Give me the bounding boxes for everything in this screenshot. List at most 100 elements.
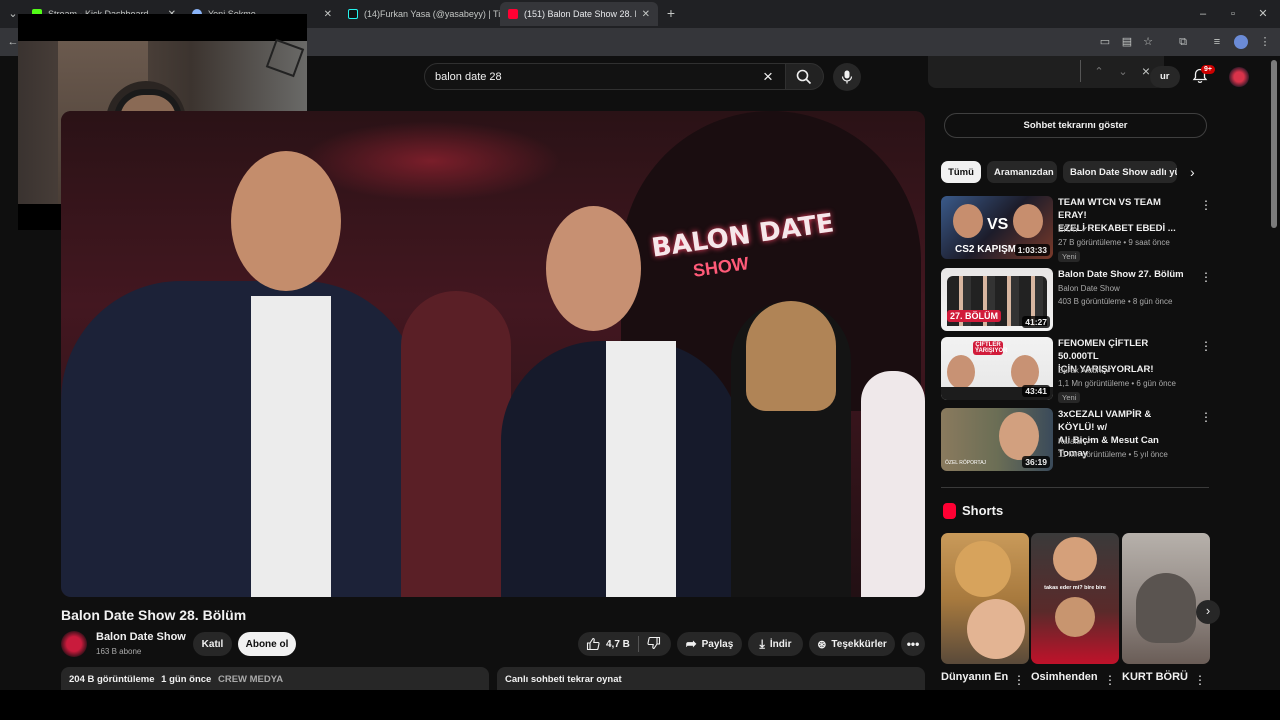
- short-thumbnail[interactable]: [1122, 533, 1210, 664]
- recommendation-item[interactable]: VS CS2 KAPIŞM 1:03:33 TEAM WTCN VS TEAM …: [941, 196, 1212, 262]
- chevron-right-icon: ›: [1205, 603, 1211, 618]
- more-vertical-icon[interactable]: ⋮: [1013, 673, 1025, 687]
- find-prev-icon[interactable]: ⌃: [1092, 65, 1106, 79]
- dislike-button[interactable]: [647, 636, 661, 653]
- description-box[interactable]: 204 B görüntüleme 1 gün önce CREW MEDYA: [61, 667, 489, 691]
- thanks-icon: ⊛: [817, 638, 827, 651]
- short-thumbnail[interactable]: takas eder mi? bire bire: [1031, 533, 1119, 664]
- taskbar-strip: [0, 690, 1280, 720]
- chip-label: Balon Date Show adlı yü: [1070, 166, 1177, 178]
- chip-from-search[interactable]: Aramanızdan: [987, 161, 1057, 183]
- video-woman-1: [401, 291, 511, 597]
- download-icon: ⤓: [759, 636, 765, 651]
- more-vertical-icon[interactable]: ⋮: [1200, 339, 1212, 353]
- channel-name[interactable]: Balon Date Show: [1058, 284, 1120, 293]
- close-window-icon[interactable]: ✕: [1256, 7, 1270, 21]
- more-actions-button[interactable]: •••: [901, 632, 925, 656]
- live-chat-replay-panel[interactable]: Canlı sohbeti tekrar oynat: [497, 667, 925, 691]
- video-title: Balon Date Show 27. Bölüm: [1058, 269, 1184, 280]
- more-vertical-icon[interactable]: ⋮: [1200, 410, 1212, 424]
- find-input[interactable]: [936, 62, 1076, 82]
- close-tab-icon[interactable]: ✕: [642, 9, 650, 20]
- close-tab-icon[interactable]: ✕: [324, 9, 332, 20]
- channel-avatar[interactable]: [61, 631, 87, 657]
- like-button[interactable]: 4,7 B: [578, 637, 630, 651]
- create-label: ur: [1160, 71, 1170, 82]
- thumbnail-face: [947, 355, 975, 389]
- download-button[interactable]: ⤓ İndir: [748, 632, 803, 656]
- tab-youtube-active[interactable]: (151) Balon Date Show 28. Bölüm ✕: [500, 2, 658, 26]
- tab-list-icon[interactable]: ≡: [1210, 35, 1224, 49]
- microphone-icon: [841, 70, 853, 84]
- like-count: 4,7 B: [606, 638, 630, 650]
- video-player[interactable]: BALON DATE SHOW: [61, 111, 925, 597]
- short-thumbnail[interactable]: [941, 533, 1029, 664]
- account-avatar[interactable]: [1229, 67, 1249, 87]
- tab-tiktok[interactable]: (14)Furkan Yasa (@yasabeyy) | TikTok |: [340, 2, 500, 26]
- extensions-icon[interactable]: ⧉: [1176, 35, 1190, 49]
- short-title[interactable]: Osimhenden: [1031, 671, 1098, 683]
- minimize-icon[interactable]: –: [1196, 7, 1210, 21]
- video-duration: 36:19: [1022, 456, 1050, 468]
- view-count: 204 B görüntüleme: [69, 674, 155, 685]
- channel-name[interactable]: ERAY ✔: [1058, 225, 1088, 234]
- video-person-left-shirt: [251, 296, 331, 597]
- thumbnail-face: [1013, 204, 1043, 238]
- show-chat-replay-button[interactable]: Sohbet tekrarını göster: [944, 113, 1207, 138]
- short-title[interactable]: Dünyanın En: [941, 671, 1008, 683]
- maximize-icon[interactable]: ▫: [1226, 7, 1240, 21]
- upload-date: 1 gün önce: [161, 674, 212, 685]
- profile-avatar-icon[interactable]: [1234, 35, 1248, 49]
- recommendation-item[interactable]: ÖZEL RÖPORTAJ 36:19 3xCEZALI VAMPİR & KÖ…: [941, 408, 1212, 472]
- chips-next-chevron-icon[interactable]: ›: [1190, 164, 1195, 180]
- show-chat-replay-label: Sohbet tekrarını göster: [1023, 120, 1128, 131]
- search-input[interactable]: balon date 28 ×: [424, 63, 786, 90]
- tab-label: (14)Furkan Yasa (@yasabeyy) | TikTok: [364, 9, 500, 19]
- bookmark-star-icon[interactable]: ☆: [1141, 35, 1155, 49]
- page-scrollbar[interactable]: [1271, 60, 1277, 228]
- short-face: [1055, 597, 1095, 637]
- video-thumbnail: VS CS2 KAPIŞM 1:03:33: [941, 196, 1053, 259]
- thumbnail-vs: VS: [987, 216, 1009, 233]
- channel-name[interactable]: Balon Date Show: [96, 631, 186, 643]
- channel-name[interactable]: Kafalar ✔: [1058, 437, 1092, 446]
- find-next-icon[interactable]: ⌄: [1116, 65, 1130, 79]
- like-dislike-group: 4,7 B: [578, 632, 671, 656]
- more-vertical-icon[interactable]: ⋮: [1200, 198, 1212, 212]
- description-tag[interactable]: CREW MEDYA: [218, 674, 283, 685]
- notifications-button[interactable]: 9+: [1192, 65, 1215, 86]
- chip-all[interactable]: Tümü: [941, 161, 981, 183]
- more-vertical-icon[interactable]: ⋮: [1200, 270, 1212, 284]
- video-person-center-head: [546, 206, 641, 331]
- verified-icon: ✔: [1085, 437, 1093, 446]
- cast-icon[interactable]: ▭: [1098, 35, 1112, 49]
- new-tab-icon[interactable]: +: [664, 6, 678, 20]
- share-button[interactable]: ➦ Paylaş: [677, 632, 742, 656]
- channel-name[interactable]: Burak Aktürk ✔: [1058, 366, 1112, 375]
- video-person-center-shirt: [606, 341, 676, 597]
- reader-icon[interactable]: ▤: [1120, 35, 1134, 49]
- join-button[interactable]: Katıl: [193, 632, 232, 656]
- more-vertical-icon[interactable]: ⋮: [1104, 673, 1116, 687]
- video-duration: 1:03:33: [1014, 244, 1050, 256]
- search-button[interactable]: [786, 63, 824, 90]
- voice-search-button[interactable]: [833, 63, 861, 91]
- browser-menu-icon[interactable]: ⋮: [1258, 35, 1272, 49]
- search-icon: [796, 69, 812, 85]
- live-chat-replay-label: Canlı sohbeti tekrar oynat: [505, 674, 622, 685]
- thumbnail-text: ÖZEL RÖPORTAJ: [945, 460, 987, 466]
- short-dog: [955, 541, 1011, 597]
- more-vertical-icon[interactable]: ⋮: [1194, 673, 1206, 687]
- thanks-button[interactable]: ⊛ Teşekkürler: [809, 632, 895, 656]
- clear-search-icon[interactable]: ×: [763, 67, 773, 87]
- recommendation-item[interactable]: 27. BÖLÜM 41:27 Balon Date Show 27. Bölü…: [941, 268, 1212, 332]
- chip-from-channel[interactable]: Balon Date Show adlı yü: [1063, 161, 1177, 183]
- create-button[interactable]: ur: [1150, 66, 1180, 88]
- subscribe-button[interactable]: Abone ol: [238, 632, 296, 656]
- shorts-next-button[interactable]: ›: [1196, 600, 1220, 624]
- recommendation-item[interactable]: ÇİFTLER YARIŞIYOR 43:41 FENOMEN ÇİFTLER …: [941, 337, 1212, 403]
- video-red-light: [301, 121, 561, 201]
- short-title[interactable]: KURT BÖRÜ: [1122, 671, 1188, 683]
- thumbnail-text: 27. BÖLÜM: [947, 310, 1002, 322]
- video-meta: 27 B görüntüleme • 9 saat önce: [1058, 238, 1170, 247]
